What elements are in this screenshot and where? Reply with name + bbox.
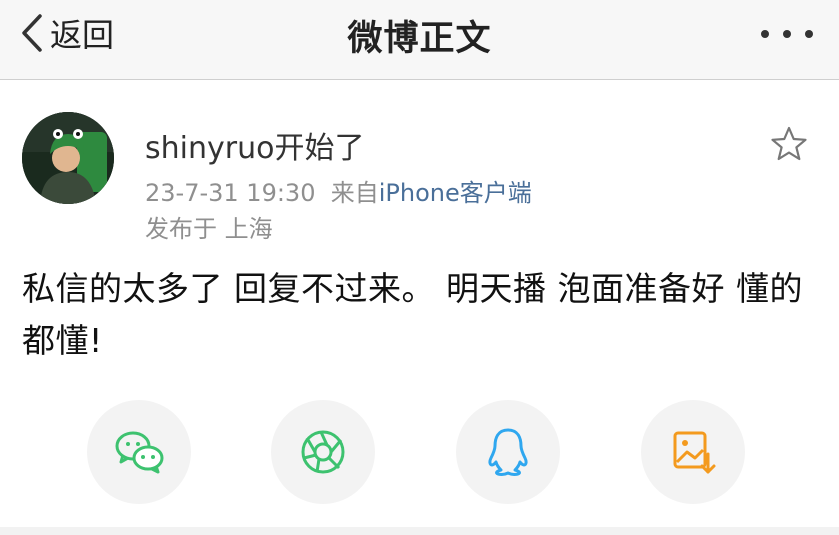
post-meta: 23-7-31 19:30 来自iPhone客户端 [145, 173, 532, 208]
post-content: 私信的太多了 回复不过来。 明天播 泡面准备好 懂的都懂! [22, 269, 803, 360]
save-image-icon [673, 431, 716, 474]
location: 发布于 上海 [145, 215, 273, 243]
share-qq-button[interactable] [456, 400, 560, 504]
star-icon[interactable] [770, 125, 808, 163]
share-moments-button[interactable] [271, 400, 375, 504]
timestamp: 23-7-31 19:30 [145, 179, 316, 207]
wechat-icon [115, 431, 164, 474]
avatar[interactable] [22, 112, 114, 204]
share-wechat-button[interactable] [87, 400, 191, 504]
save-image-button[interactable] [641, 400, 745, 504]
divider [0, 527, 839, 535]
nav-bar: 返回 微博正文 [0, 0, 839, 80]
username[interactable]: shinyruo开始了 [145, 123, 364, 167]
qq-icon [488, 428, 528, 476]
post-card: shinyruo开始了 23-7-31 19:30 来自iPhone客户端 发布… [0, 81, 839, 535]
source-prefix: 来自 [330, 179, 379, 207]
moments-icon [301, 430, 345, 474]
source-link[interactable]: iPhone客户端 [379, 179, 532, 207]
page-title: 微博正文 [347, 19, 492, 59]
more-dots-icon[interactable] [757, 24, 817, 44]
